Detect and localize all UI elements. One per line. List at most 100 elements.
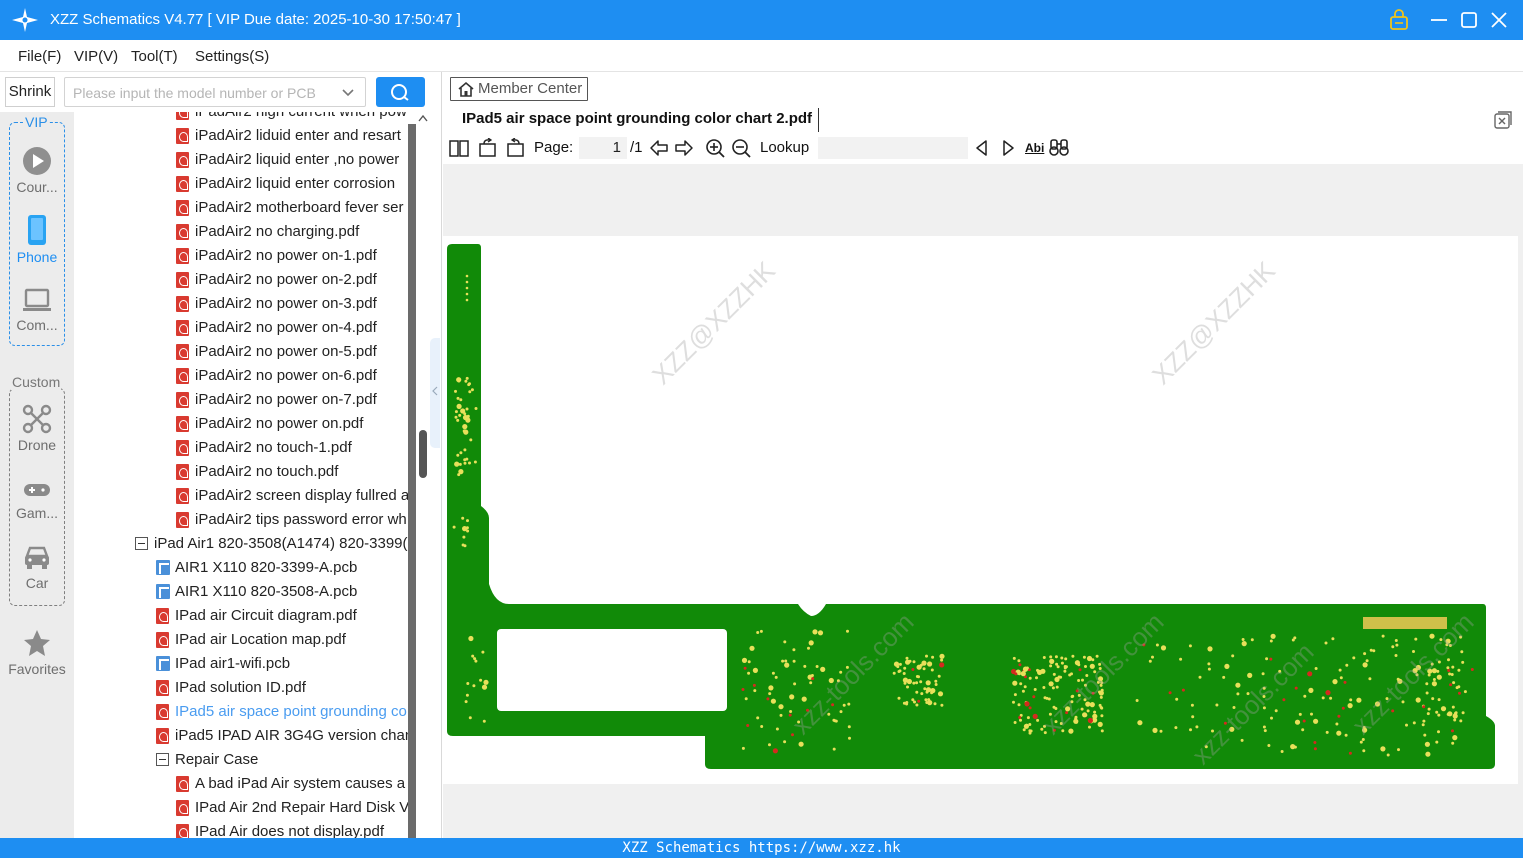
category-favorites[interactable]: Favorites: [0, 628, 74, 677]
pcb-file-icon: [156, 560, 170, 575]
pdf-file-icon: [176, 368, 189, 384]
tree-item-label: IPad Air does not display.pdf: [195, 823, 385, 838]
tree-item-label: IPad air Circuit diagram.pdf: [175, 607, 357, 624]
pdf-file-icon: [176, 464, 189, 480]
close-icon[interactable]: [1488, 8, 1510, 32]
category-sidebar: VIP Custom Cour... Phone Com... Drone Ga…: [0, 112, 74, 838]
custom-label: Custom: [11, 374, 62, 390]
menu-settings[interactable]: Settings(S): [195, 48, 269, 65]
category-course[interactable]: Cour...: [0, 146, 74, 195]
tree-item-label: iPadAir2 no power on-7.pdf: [195, 391, 377, 408]
pcb-file-icon: [156, 584, 170, 599]
tree-item-label: iPadAir2 screen display fullred a: [195, 487, 408, 504]
menu-tool[interactable]: Tool(T): [131, 48, 178, 65]
pdf-page: XZZ@XZZHK XZZ@XZZHK xzz-tools.com xzz-tools…: [443, 236, 1518, 784]
pdf-file-icon: [176, 112, 189, 120]
next-page-icon[interactable]: [674, 138, 694, 158]
find-next-icon[interactable]: [998, 138, 1018, 158]
category-car[interactable]: Car: [0, 544, 74, 591]
pdf-viewer[interactable]: XZZ@XZZHK XZZ@XZZHK xzz-tools.com xzz-tools…: [443, 164, 1523, 838]
tree-item-label: IPad Air 2nd Repair Hard Disk V: [195, 799, 408, 816]
category-label: Car: [25, 575, 49, 591]
pdf-file-icon: [156, 728, 169, 744]
tree-item-label: iPadAir2 no power on-5.pdf: [195, 343, 377, 360]
tree-item-label: iPadAir2 no power on-3.pdf: [195, 295, 377, 312]
pdf-file-icon: [176, 320, 189, 336]
scroll-track[interactable]: [408, 124, 416, 838]
match-case-toggle[interactable]: Abi: [1025, 141, 1044, 155]
app-logo-icon: [12, 8, 38, 32]
document-tab[interactable]: IPad5 air space point grounding color ch…: [462, 110, 812, 127]
search-box[interactable]: [64, 77, 366, 107]
pdf-file-icon: [176, 392, 189, 408]
tree-scrollbar[interactable]: [408, 112, 432, 838]
tree-item-label: IPad5 air space point grounding co: [175, 703, 407, 720]
pdf-file-icon: [176, 128, 189, 144]
collapse-icon[interactable]: [135, 537, 148, 550]
scroll-up-icon[interactable]: [418, 114, 428, 122]
category-label: Com...: [16, 317, 58, 333]
pdf-file-icon: [176, 176, 189, 192]
two-page-view-icon[interactable]: [449, 138, 469, 158]
page-input[interactable]: 1: [579, 137, 627, 159]
category-phone[interactable]: Phone: [0, 214, 74, 265]
search-icon: [391, 84, 409, 101]
lock-icon[interactable]: [1388, 8, 1410, 32]
pane-splitter[interactable]: [430, 338, 440, 448]
tree-item-label: iPadAir2 no touch.pdf: [195, 463, 339, 480]
minimize-icon[interactable]: [1428, 8, 1450, 32]
tree-item-label: A bad iPad Air system causes a: [195, 775, 406, 792]
pdf-file-icon: [176, 800, 189, 816]
scroll-thumb[interactable]: [419, 430, 427, 478]
pcb-board-image: XZZ@XZZHK XZZ@XZZHKxzz-tools.comxzz-tools…: [447, 244, 1495, 770]
maximize-icon[interactable]: [1458, 8, 1480, 32]
menu-vip[interactable]: VIP(V): [74, 48, 118, 65]
chevron-down-icon[interactable]: [341, 86, 355, 100]
collapse-arrow-icon[interactable]: [432, 386, 438, 396]
zoom-in-icon[interactable]: [705, 138, 725, 158]
search-input[interactable]: [73, 83, 335, 103]
category-game[interactable]: Gam...: [0, 478, 74, 521]
title-bar: XZZ Schematics V4.77 [ VIP Due date: 202…: [0, 0, 1523, 40]
member-center-button[interactable]: Member Center: [450, 77, 588, 101]
car-icon: [25, 546, 49, 569]
phone-icon: [28, 215, 46, 245]
tree-item-label: Repair Case: [175, 751, 259, 768]
pdf-file-icon: [176, 440, 189, 456]
find-previous-icon[interactable]: [972, 138, 992, 158]
pdf-file-icon: [176, 272, 189, 288]
lookup-input[interactable]: [818, 137, 968, 159]
category-label: Phone: [16, 249, 58, 265]
previous-page-icon[interactable]: [649, 138, 669, 158]
shrink-button[interactable]: Shrink: [5, 77, 55, 107]
tree-item-label: iPadAir2 no touch-1.pdf: [195, 439, 352, 456]
tree-item-label: IPad solution ID.pdf: [175, 679, 306, 696]
home-icon: [458, 81, 474, 97]
laptop-icon: [23, 288, 51, 311]
pdf-file-icon: [176, 152, 189, 168]
binoculars-icon[interactable]: [1049, 138, 1069, 158]
pdf-file-icon: [176, 296, 189, 312]
lookup-label: Lookup: [760, 139, 810, 156]
tab-divider: [818, 108, 819, 132]
close-tabs-icon[interactable]: [1494, 111, 1512, 129]
tree-item-label: iPadAir2 no power on-6.pdf: [195, 367, 377, 384]
category-drone[interactable]: Drone: [0, 404, 74, 453]
pdf-file-icon: [156, 608, 169, 624]
menu-file[interactable]: File(F): [18, 48, 61, 65]
zoom-out-icon[interactable]: [731, 138, 751, 158]
tree-item-label: iPadAir2 liduid enter and resart: [195, 127, 401, 144]
pdf-file-icon: [156, 680, 169, 696]
rotate-right-icon[interactable]: [505, 138, 525, 158]
left-pane: Shrink VIP Custom Cour... Phone Com... D…: [0, 72, 442, 838]
pdf-file-icon: [176, 224, 189, 240]
search-button[interactable]: [376, 77, 425, 107]
category-computer[interactable]: Com...: [0, 288, 74, 333]
collapse-icon[interactable]: [156, 753, 169, 766]
page-total: /1: [630, 139, 643, 156]
rotate-left-icon[interactable]: [478, 138, 498, 158]
category-label: Drone: [17, 437, 57, 453]
tree-item-label: iPadAir2 no power on-2.pdf: [195, 271, 377, 288]
tree-item-label: iPadAir2 no power on-4.pdf: [195, 319, 377, 336]
menu-bar: File(F) VIP(V) Tool(T) Settings(S): [0, 40, 1523, 72]
